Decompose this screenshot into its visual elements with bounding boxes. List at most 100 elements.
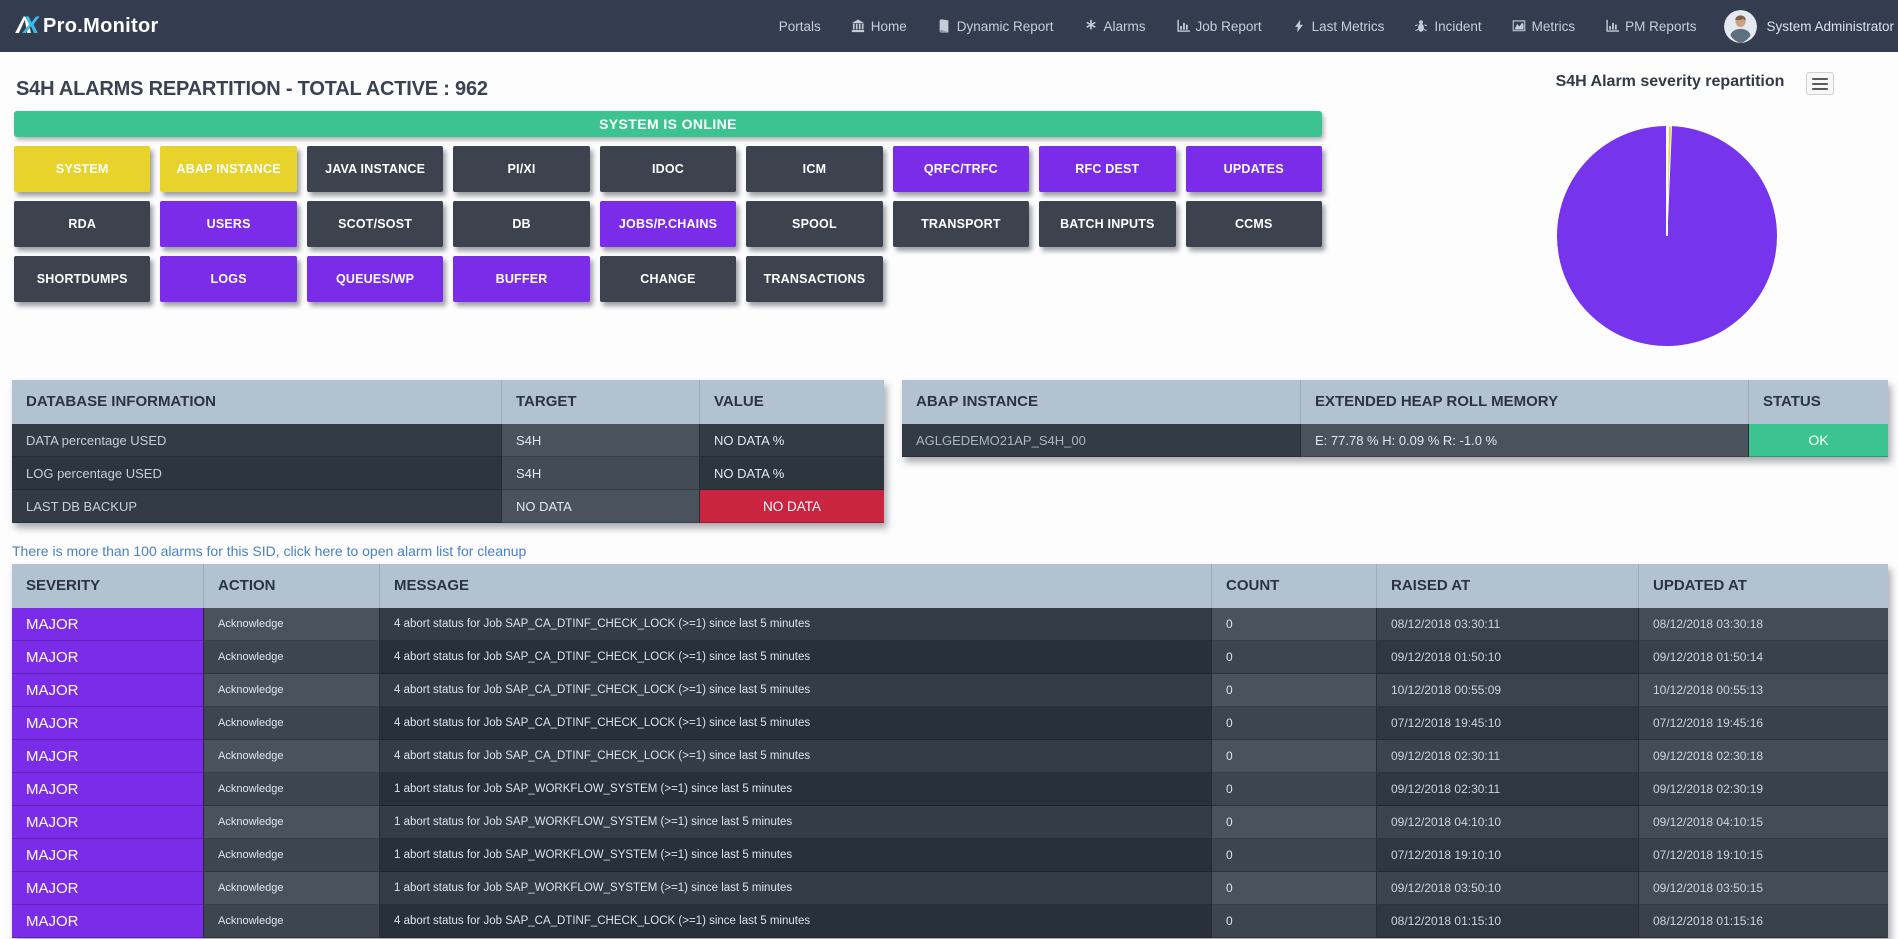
category-button-queues-wp[interactable]: QUEUES/WP xyxy=(307,256,443,302)
abap-instance-row: AGLGEDEMO21AP_S4H_00 E: 77.78 % H: 0.09 … xyxy=(902,424,1888,457)
nav-item-pm-reports[interactable]: PM Reports xyxy=(1605,19,1696,34)
category-button-icm[interactable]: ICM xyxy=(746,146,882,192)
acknowledge-action[interactable]: Acknowledge xyxy=(204,839,380,872)
category-button-batch-inputs[interactable]: BATCH INPUTS xyxy=(1039,201,1175,247)
nav-item-dynamic-report[interactable]: Dynamic Report xyxy=(937,19,1054,34)
nav-item-last-metrics[interactable]: Last Metrics xyxy=(1292,19,1385,34)
user-avatar-icon xyxy=(1724,10,1757,43)
app-logo[interactable]: ΛX Pro.Monitor xyxy=(16,12,159,40)
message-cell: 1 abort status for Job SAP_WORKFLOW_SYST… xyxy=(380,839,1212,872)
category-button-db[interactable]: DB xyxy=(453,201,589,247)
message-cell: 4 abort status for Job SAP_CA_DTINF_CHEC… xyxy=(380,707,1212,740)
home-icon xyxy=(851,19,865,33)
db-target-cell: S4H xyxy=(502,424,700,457)
severity-cell: MAJOR xyxy=(12,872,204,905)
abap-instance-table: ABAP INSTANCE EXTENDED HEAP ROLL MEMORY … xyxy=(902,380,1888,457)
db-value-cell: NO DATA % xyxy=(700,457,884,490)
acknowledge-action[interactable]: Acknowledge xyxy=(204,872,380,905)
count-cell: 0 xyxy=(1212,806,1377,839)
database-info-table: DATABASE INFORMATION TARGET VALUE DATA p… xyxy=(12,380,884,523)
category-button-qrfc-trfc[interactable]: QRFC/TRFC xyxy=(893,146,1029,192)
category-button-jobs-p-chains[interactable]: JOBS/P.CHAINS xyxy=(600,201,736,247)
severity-cell: MAJOR xyxy=(12,773,204,806)
category-button-transactions[interactable]: TRANSACTIONS xyxy=(746,256,882,302)
alarms-table-body: MAJOR Acknowledge 4 abort status for Job… xyxy=(12,608,1888,938)
category-button-buffer[interactable]: BUFFER xyxy=(453,256,589,302)
category-button-updates[interactable]: UPDATES xyxy=(1186,146,1322,192)
category-button-ccms[interactable]: CCMS xyxy=(1186,201,1322,247)
nav-menu: Portals Home Dynamic Report Alarms Job R… xyxy=(779,19,1697,34)
category-button-shortdumps[interactable]: SHORTDUMPS xyxy=(14,256,150,302)
message-cell: 4 abort status for Job SAP_CA_DTINF_CHEC… xyxy=(380,608,1212,641)
acknowledge-action[interactable]: Acknowledge xyxy=(204,806,380,839)
raised-at-cell: 08/12/2018 03:30:11 xyxy=(1377,608,1639,641)
category-button-users[interactable]: USERS xyxy=(160,201,296,247)
alarm-row: MAJOR Acknowledge 1 abort status for Job… xyxy=(12,839,1888,872)
severity-chart-title: S4H Alarm severity repartition xyxy=(1540,73,1800,91)
acknowledge-action[interactable]: Acknowledge xyxy=(204,773,380,806)
category-button-idoc[interactable]: IDOC xyxy=(600,146,736,192)
category-button-transport[interactable]: TRANSPORT xyxy=(893,201,1029,247)
acknowledge-action[interactable]: Acknowledge xyxy=(204,674,380,707)
top-navbar: ΛX Pro.Monitor Portals Home Dynamic Repo… xyxy=(0,0,1898,52)
nav-item-metrics[interactable]: Metrics xyxy=(1512,19,1576,34)
nav-item-job-report[interactable]: Job Report xyxy=(1176,19,1262,34)
message-cell: 4 abort status for Job SAP_CA_DTINF_CHEC… xyxy=(380,641,1212,674)
message-cell: 4 abort status for Job SAP_CA_DTINF_CHEC… xyxy=(380,740,1212,773)
alarm-cleanup-link[interactable]: There is more than 100 alarms for this S… xyxy=(12,543,526,559)
metrics-icon xyxy=(1512,19,1526,33)
database-info-header: DATABASE INFORMATION TARGET VALUE xyxy=(12,380,884,424)
alarm-row: MAJOR Acknowledge 1 abort status for Job… xyxy=(12,773,1888,806)
raised-at-cell: 10/12/2018 00:55:09 xyxy=(1377,674,1639,707)
acknowledge-action[interactable]: Acknowledge xyxy=(204,740,380,773)
category-button-change[interactable]: CHANGE xyxy=(600,256,736,302)
category-button-rfc-dest[interactable]: RFC DEST xyxy=(1039,146,1175,192)
category-button-pi-xi[interactable]: PI/XI xyxy=(453,146,589,192)
nav-item-incident[interactable]: Incident xyxy=(1414,19,1481,34)
category-button-scot-sost[interactable]: SCOT/SOST xyxy=(307,201,443,247)
last-metrics-icon xyxy=(1292,19,1306,33)
category-button-abap-instance[interactable]: ABAP INSTANCE xyxy=(160,146,296,192)
alarm-row: MAJOR Acknowledge 4 abort status for Job… xyxy=(12,707,1888,740)
abap-instance-cell: AGLGEDEMO21AP_S4H_00 xyxy=(902,424,1301,457)
acknowledge-action[interactable]: Acknowledge xyxy=(204,905,380,938)
count-cell: 0 xyxy=(1212,839,1377,872)
acknowledge-action[interactable]: Acknowledge xyxy=(204,707,380,740)
count-cell: 0 xyxy=(1212,641,1377,674)
db-metric-cell: DATA percentage USED xyxy=(12,424,502,457)
category-button-rda[interactable]: RDA xyxy=(14,201,150,247)
category-button-java-instance[interactable]: JAVA INSTANCE xyxy=(307,146,443,192)
category-button-logs[interactable]: LOGS xyxy=(160,256,296,302)
category-button-spool[interactable]: SPOOL xyxy=(746,201,882,247)
user-menu[interactable]: System Administrator xyxy=(1724,10,1894,43)
incident-icon xyxy=(1414,19,1428,33)
job-report-icon xyxy=(1176,19,1190,33)
category-button-system[interactable]: SYSTEM xyxy=(14,146,150,192)
chart-export-menu-icon[interactable] xyxy=(1806,72,1834,95)
updated-at-cell: 09/12/2018 04:10:15 xyxy=(1639,806,1888,839)
nav-item-alarms[interactable]: Alarms xyxy=(1084,19,1146,34)
db-metric-cell: LAST DB BACKUP xyxy=(12,490,502,523)
raised-at-cell: 09/12/2018 04:10:10 xyxy=(1377,806,1639,839)
acknowledge-action[interactable]: Acknowledge xyxy=(204,641,380,674)
updated-at-cell: 09/12/2018 02:30:19 xyxy=(1639,773,1888,806)
db-row: LAST DB BACKUP NO DATA NO DATA xyxy=(12,490,884,523)
acknowledge-action[interactable]: Acknowledge xyxy=(204,608,380,641)
raised-at-cell: 09/12/2018 01:50:10 xyxy=(1377,641,1639,674)
updated-at-cell: 08/12/2018 01:15:16 xyxy=(1639,905,1888,938)
severity-cell: MAJOR xyxy=(12,707,204,740)
message-cell: 4 abort status for Job SAP_CA_DTINF_CHEC… xyxy=(380,905,1212,938)
severity-cell: MAJOR xyxy=(12,806,204,839)
raised-at-cell: 08/12/2018 01:15:10 xyxy=(1377,905,1639,938)
severity-cell: MAJOR xyxy=(12,905,204,938)
count-cell: 0 xyxy=(1212,608,1377,641)
count-cell: 0 xyxy=(1212,740,1377,773)
updated-at-cell: 10/12/2018 00:55:13 xyxy=(1639,674,1888,707)
nav-item-portals[interactable]: Portals xyxy=(779,19,821,34)
alarm-row: MAJOR Acknowledge 4 abort status for Job… xyxy=(12,740,1888,773)
category-button-grid: SYSTEMABAP INSTANCEJAVA INSTANCEPI/XIIDO… xyxy=(14,146,1322,302)
db-value-cell: NO DATA % xyxy=(700,424,884,457)
updated-at-cell: 07/12/2018 19:45:16 xyxy=(1639,707,1888,740)
nav-item-home[interactable]: Home xyxy=(851,19,907,34)
updated-at-cell: 09/12/2018 03:50:15 xyxy=(1639,872,1888,905)
